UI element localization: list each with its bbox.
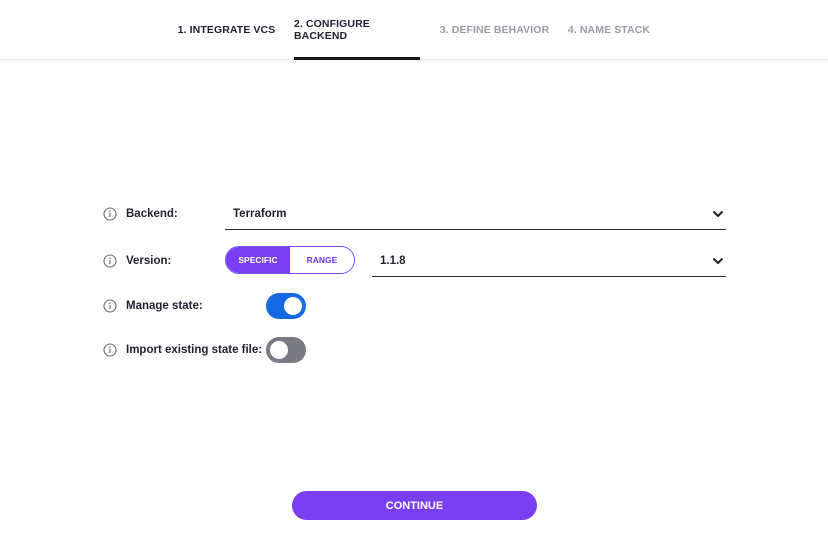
import-state-row: Import existing state file: bbox=[103, 343, 262, 357]
toggle-knob bbox=[270, 341, 288, 359]
specific-mode-button[interactable]: SPECIFIC bbox=[226, 247, 290, 273]
step-integrate-vcs[interactable]: 1. INTEGRATE VCS bbox=[176, 0, 277, 60]
backend-value: Terraform bbox=[233, 207, 287, 220]
version-select[interactable]: 1.1.8 bbox=[372, 245, 726, 277]
import-state-toggle[interactable] bbox=[266, 337, 306, 363]
step-configure-backend[interactable]: 2. CONFIGURE BACKEND bbox=[294, 0, 420, 60]
info-icon[interactable] bbox=[103, 254, 117, 268]
backend-label: Backend: bbox=[126, 208, 178, 220]
stepper-nav: 1. INTEGRATE VCS 2. CONFIGURE BACKEND 3.… bbox=[0, 0, 828, 60]
range-mode-button[interactable]: RANGE bbox=[290, 247, 354, 273]
import-state-label: Import existing state file: bbox=[126, 344, 263, 356]
backend-row: Backend: bbox=[103, 207, 178, 221]
chevron-down-icon bbox=[713, 257, 723, 264]
manage-state-label: Manage state: bbox=[126, 300, 203, 312]
version-row: Version: bbox=[103, 254, 171, 268]
toggle-knob bbox=[284, 297, 302, 315]
info-icon[interactable] bbox=[103, 343, 117, 357]
continue-button[interactable]: CONTINUE bbox=[292, 491, 537, 520]
version-mode-toggle: SPECIFIC RANGE bbox=[225, 246, 355, 274]
info-icon[interactable] bbox=[103, 299, 117, 313]
step-define-behavior[interactable]: 3. DEFINE BEHAVIOR bbox=[439, 0, 550, 60]
backend-select[interactable]: Terraform bbox=[225, 198, 726, 230]
version-value: 1.1.8 bbox=[380, 254, 406, 267]
info-icon[interactable] bbox=[103, 207, 117, 221]
step-name-stack[interactable]: 4. NAME STACK bbox=[566, 0, 652, 60]
manage-state-toggle[interactable] bbox=[266, 293, 306, 319]
chevron-down-icon bbox=[713, 210, 723, 217]
manage-state-row: Manage state: bbox=[103, 299, 203, 313]
version-label: Version: bbox=[126, 255, 172, 267]
